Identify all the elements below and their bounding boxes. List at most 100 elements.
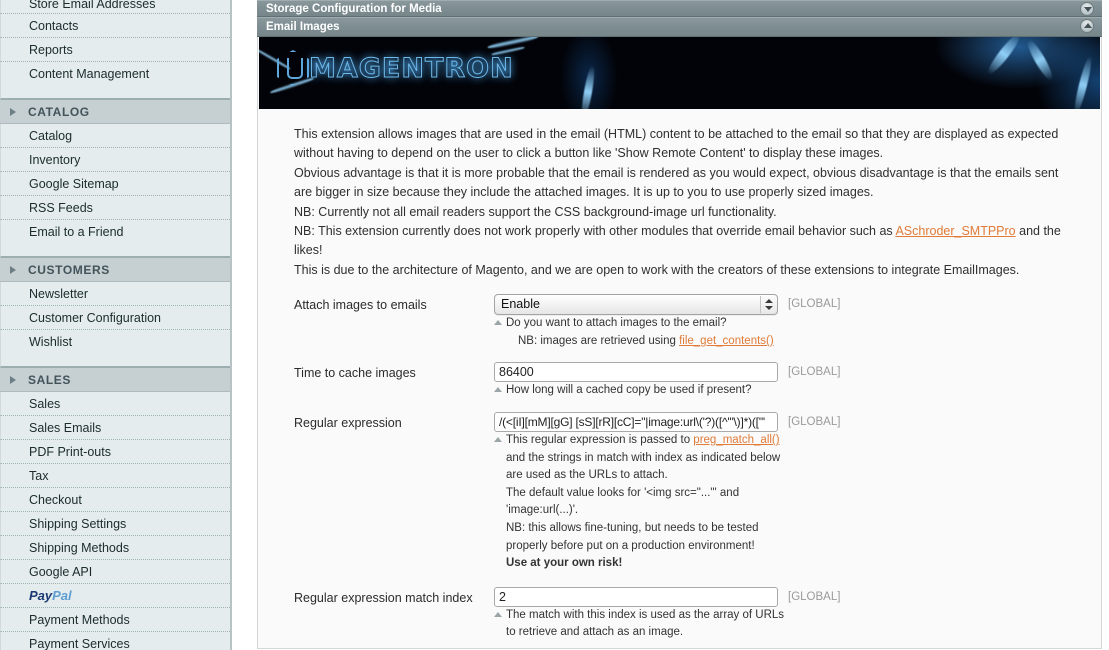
- sidebar-item-google-api[interactable]: Google API: [0, 560, 230, 584]
- sidebar-section-catalog[interactable]: CATALOG: [0, 100, 230, 124]
- sidebar-item-store-email-addresses[interactable]: Store Email Addresses: [0, 0, 230, 14]
- section-header-storage-configuration[interactable]: Storage Configuration for Media: [257, 0, 1102, 17]
- scope-badge: [GLOBAL]: [788, 416, 841, 429]
- field-row-time-to-cache: Time to cache images [GLOBAL] How long w…: [258, 362, 1101, 400]
- note-line-2: The default value looks for '<img src=".…: [506, 486, 740, 517]
- paypal-logo-part-b: Pal: [52, 588, 72, 603]
- description-line-3: NB: Currently not all email readers supp…: [294, 204, 777, 219]
- note-line-4: Use at your own risk!: [506, 557, 623, 570]
- sidebar-item-google-sitemap[interactable]: Google Sitemap: [0, 172, 230, 196]
- section-header-email-images[interactable]: Email Images: [257, 17, 1102, 37]
- sidebar-group-spacer: [0, 354, 230, 368]
- note-line-1: The match with this index is used as the…: [506, 608, 785, 639]
- sidebar-item-sales[interactable]: Sales: [0, 392, 230, 416]
- field-note: The match with this index is used as the…: [494, 607, 794, 642]
- sidebar-item-pdf-print-outs[interactable]: PDF Print-outs: [0, 440, 230, 464]
- field-note: Do you want to attach images to the emai…: [494, 315, 1101, 350]
- sidebar-item-sales-emails[interactable]: Sales Emails: [0, 416, 230, 440]
- sidebar-item-inventory[interactable]: Inventory: [0, 148, 230, 172]
- preg-match-all-link[interactable]: preg_match_all(): [693, 434, 779, 446]
- triangle-up-icon: [494, 387, 502, 393]
- description-line-1: This extension allows images that are us…: [294, 127, 1059, 161]
- scope-badge: [GLOBAL]: [788, 298, 841, 311]
- sidebar: Store Email Addresses Contacts Reports C…: [0, 0, 232, 650]
- sidebar-item-rss-feeds[interactable]: RSS Feeds: [0, 196, 230, 220]
- sidebar-item-email-to-a-friend[interactable]: Email to a Friend: [0, 220, 230, 244]
- sidebar-item-reports[interactable]: Reports: [0, 38, 230, 62]
- sidebar-section-sales[interactable]: SALES: [0, 368, 230, 392]
- magentron-logo-text: MAGENTRON: [309, 53, 514, 85]
- note-line-2: NB: images are retrieved using file_get_…: [506, 333, 1101, 351]
- sidebar-section-customers[interactable]: CUSTOMERS: [0, 258, 230, 282]
- sidebar-section-label: CATALOG: [28, 105, 90, 119]
- description-line-4: NB: This extension currently does not wo…: [294, 222, 1071, 261]
- description-line-2: Obvious advantage is that it is more pro…: [294, 165, 1059, 200]
- note-line-1: Do you want to attach images to the emai…: [506, 317, 727, 330]
- sidebar-group-catalog: CATALOG Catalog Inventory Google Sitemap…: [0, 100, 230, 258]
- triangle-up-icon: [494, 437, 502, 443]
- magentron-banner: MAGENTRON: [259, 37, 1100, 109]
- field-label: Time to cache images: [294, 366, 416, 381]
- paypal-logo-part-a: Pay: [29, 588, 53, 603]
- section-header-title: Storage Configuration for Media: [266, 3, 442, 15]
- sidebar-group-0: Store Email Addresses Contacts Reports C…: [0, 0, 230, 100]
- triangle-right-icon: [10, 376, 16, 384]
- sidebar-item-paypal[interactable]: PayPal: [0, 584, 230, 608]
- note-line-1-post: and the strings in match with index as i…: [506, 451, 781, 482]
- field-label: Regular expression match index: [294, 590, 473, 605]
- match-index-input[interactable]: [494, 586, 778, 607]
- sidebar-item-shipping-methods[interactable]: Shipping Methods: [0, 536, 230, 560]
- description-line-5: This is due to the architecture of Magen…: [294, 262, 1020, 277]
- field-label: Regular expression: [294, 416, 402, 431]
- sidebar-group-spacer: [0, 86, 230, 100]
- sidebar-group-spacer: [0, 244, 230, 258]
- sidebar-item-content-management[interactable]: Content Management: [0, 62, 230, 86]
- sidebar-item-payment-methods[interactable]: Payment Methods: [0, 608, 230, 632]
- sidebar-item-checkout[interactable]: Checkout: [0, 488, 230, 512]
- note-line-1-pre: This regular expression is passed to: [506, 434, 694, 447]
- regular-expression-input[interactable]: [494, 412, 778, 433]
- triangle-up-icon: [494, 320, 502, 326]
- field-row-match-index: Regular expression match index [GLOBAL] …: [258, 586, 1101, 642]
- sidebar-section-label: SALES: [28, 373, 72, 387]
- chevron-up-icon[interactable]: [1080, 19, 1094, 33]
- stepper-arrows-icon[interactable]: [760, 296, 776, 314]
- sidebar-item-payment-services[interactable]: Payment Services: [0, 632, 230, 650]
- time-to-cache-input[interactable]: [494, 362, 778, 383]
- sidebar-item-customer-configuration[interactable]: Customer Configuration: [0, 306, 230, 330]
- note-line-1: How long will a cached copy be used if p…: [506, 384, 752, 397]
- extension-description: This extension allows images that are us…: [258, 109, 1101, 286]
- sidebar-item-contacts[interactable]: Contacts: [0, 14, 230, 38]
- field-note: This regular expression is passed to pre…: [494, 432, 794, 573]
- aschroder-smtppro-link[interactable]: ASchroder_SMTPPro: [895, 224, 1015, 238]
- email-images-panel: MAGENTRON This extension allows images t…: [257, 37, 1102, 649]
- field-row-attach-images: Attach images to emails Enable [GLOBAL] …: [258, 294, 1101, 350]
- sidebar-item-catalog[interactable]: Catalog: [0, 124, 230, 148]
- content-area: Storage Configuration for Media Email Im…: [257, 0, 1102, 650]
- file-get-contents-link[interactable]: file_get_contents(): [679, 335, 774, 347]
- note-line-2-pre: NB: images are retrieved using: [518, 334, 680, 347]
- sidebar-group-sales: SALES Sales Sales Emails PDF Print-outs …: [0, 368, 230, 650]
- scope-badge: [GLOBAL]: [788, 366, 841, 379]
- attach-images-select[interactable]: Enable: [494, 294, 778, 316]
- field-row-regular-expression: Regular expression [GLOBAL] This regular…: [258, 412, 1101, 573]
- scope-badge: [GLOBAL]: [788, 590, 841, 603]
- description-line-4-pre: NB: This extension currently does not wo…: [294, 224, 896, 239]
- note-line-1: This regular expression is passed to pre…: [506, 432, 794, 485]
- sidebar-item-tax[interactable]: Tax: [0, 464, 230, 488]
- config-form: Attach images to emails Enable [GLOBAL] …: [258, 286, 1101, 642]
- field-label: Attach images to emails: [294, 298, 427, 313]
- sidebar-item-shipping-settings[interactable]: Shipping Settings: [0, 512, 230, 536]
- attach-images-select-wrap: Enable: [494, 294, 778, 316]
- note-line-3: NB: this allows fine-tuning, but needs t…: [506, 522, 759, 552]
- sidebar-section-label: CUSTOMERS: [28, 263, 110, 277]
- section-header-title: Email Images: [266, 21, 340, 33]
- triangle-up-icon: [494, 611, 502, 617]
- sidebar-item-newsletter[interactable]: Newsletter: [0, 282, 230, 306]
- field-note: How long will a cached copy be used if p…: [494, 382, 1101, 400]
- sidebar-group-customers: CUSTOMERS Newsletter Customer Configurat…: [0, 258, 230, 368]
- chevron-down-icon[interactable]: [1080, 2, 1094, 16]
- triangle-right-icon: [10, 108, 16, 116]
- triangle-right-icon: [10, 266, 16, 274]
- sidebar-item-wishlist[interactable]: Wishlist: [0, 330, 230, 354]
